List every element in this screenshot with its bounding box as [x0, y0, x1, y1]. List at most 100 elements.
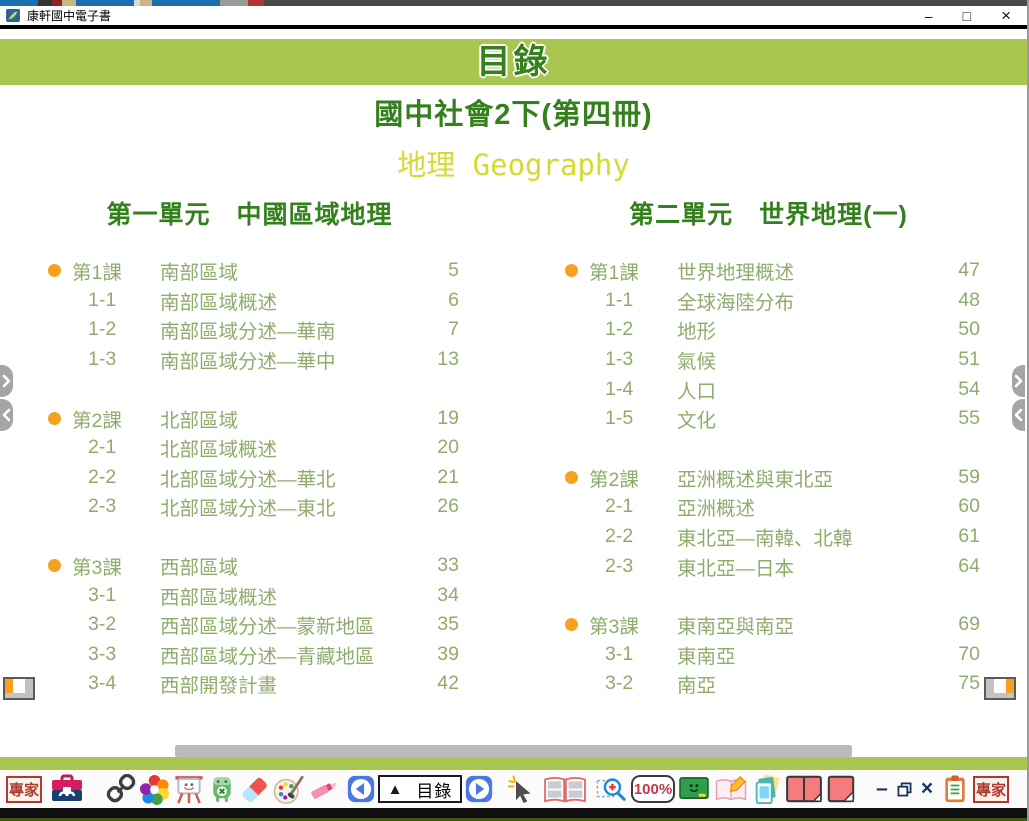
expert-stamp-button-right[interactable]: 專家 — [973, 776, 1009, 803]
toc-section-row[interactable]: 1-4人口54 — [557, 374, 980, 404]
toolbar-minimize-button[interactable]: – — [874, 777, 890, 801]
lesson-code: 第1課 — [72, 256, 160, 285]
lesson-group: 第3課東南亞與南亞693-1東南亞703-2南亞75 — [557, 610, 980, 699]
bottom-bar — [0, 808, 1029, 818]
link-icon[interactable] — [106, 774, 136, 804]
section-title: 西部區域概述 — [160, 581, 419, 610]
toc-section-row[interactable]: 1-5文化55 — [557, 404, 980, 434]
section-code: 3-2 — [88, 613, 160, 636]
up-triangle-icon: ▲ — [388, 781, 403, 798]
prev-page-button[interactable] — [347, 775, 375, 803]
toc-column: 第一單元 中國區域地理 第1課南部區域51-1南部區域概述61-2南部區域分述—… — [40, 200, 459, 728]
edge-nav-right-forward-button[interactable] — [1012, 365, 1025, 397]
page-corner-flip-right-icon[interactable] — [984, 677, 1016, 700]
toc-section-row[interactable]: 2-3北部區域分述—東北26 — [40, 492, 459, 522]
toc-section-row[interactable]: 2-3東北亞—日本64 — [557, 551, 980, 581]
section-title: 北部區域分述—東北 — [160, 492, 419, 521]
lesson-bullet-icon — [48, 264, 61, 277]
easel-icon[interactable] — [173, 774, 205, 805]
toc-section-row[interactable]: 1-3南部區域分述—華中13 — [40, 345, 459, 375]
toolbar: 專家 ▲ 目錄 100% – × 專家 — [0, 770, 1029, 808]
highlighter-icon[interactable] — [308, 775, 341, 803]
page-corner-flip-left-icon[interactable] — [3, 677, 35, 700]
color-flower-icon[interactable] — [139, 774, 170, 805]
toc-section-row[interactable]: 3-1西部區域概述34 — [40, 580, 459, 610]
blackboard-icon[interactable] — [678, 776, 710, 803]
edge-nav-left-back-button[interactable] — [0, 399, 13, 431]
toc-column: 第二單元 世界地理(一) 第1課世界地理概述471-1全球海陸分布481-2地形… — [557, 200, 980, 728]
toc-section-row[interactable]: 2-1北部區域概述20 — [40, 433, 459, 463]
section-page: 34 — [419, 584, 459, 607]
zoom-level-button[interactable]: 100% — [631, 775, 675, 803]
expert-stamp-button[interactable]: 專家 — [6, 776, 42, 803]
section-title: 北部區域分述—華北 — [160, 463, 419, 492]
edge-nav-right-back-button[interactable] — [1012, 399, 1025, 431]
section-code: 1-2 — [605, 318, 677, 341]
page-indicator-label: 目錄 — [416, 777, 452, 802]
notes-clipboard-icon[interactable] — [941, 774, 969, 804]
toc-section-row[interactable]: 3-3西部區域分述—青藏地區39 — [40, 640, 459, 670]
section-title: 西部開發計畫 — [160, 669, 419, 698]
section-code: 3-1 — [88, 584, 160, 607]
lesson-title: 南部區域 — [160, 256, 419, 285]
section-code: 1-1 — [88, 289, 160, 312]
section-page: 42 — [419, 672, 459, 695]
toc-section-row[interactable]: 2-2東北亞—南韓、北韓61 — [557, 522, 980, 552]
page-indicator[interactable]: ▲ 目錄 — [378, 775, 462, 803]
section-code: 3-3 — [88, 643, 160, 666]
toc-lesson-row[interactable]: 第3課東南亞與南亞69 — [557, 610, 980, 640]
robot-clear-icon[interactable] — [208, 774, 236, 805]
edge-nav-left-forward-button[interactable] — [0, 365, 13, 397]
section-page: 20 — [419, 436, 459, 459]
toc-lesson-row[interactable]: 第1課世界地理概述47 — [557, 256, 980, 286]
section-title: 西部區域分述—蒙新地區 — [160, 610, 419, 639]
toc-lesson-row[interactable]: 第2課北部區域19 — [40, 403, 459, 433]
palette-icon[interactable] — [273, 774, 305, 805]
one-page-view-icon[interactable] — [826, 774, 856, 804]
section-page: 51 — [940, 348, 980, 371]
lesson-bullet-icon — [48, 559, 61, 572]
toc-section-row[interactable]: 1-2南部區域分述—華南7 — [40, 315, 459, 345]
toc-section-row[interactable]: 3-4西部開發計畫42 — [40, 669, 459, 699]
next-page-button[interactable] — [465, 775, 493, 803]
lesson-bullet-icon — [48, 412, 61, 425]
section-code: 3-4 — [88, 672, 160, 695]
toc-section-row[interactable]: 3-2西部區域分述—蒙新地區35 — [40, 610, 459, 640]
lesson-group: 第2課北部區域192-1北部區域概述202-2北部區域分述—華北212-3北部區… — [40, 403, 459, 521]
toc-lesson-row[interactable]: 第2課亞洲概述與東北亞59 — [557, 463, 980, 493]
page-spread-icon[interactable] — [543, 775, 587, 804]
close-button[interactable]: × — [1001, 8, 1011, 24]
pointer-icon[interactable] — [505, 773, 537, 805]
two-page-view-icon[interactable] — [785, 774, 823, 804]
section-page: 48 — [940, 289, 980, 312]
toc-section-row[interactable]: 1-3氣候51 — [557, 345, 980, 375]
minimize-button[interactable]: – — [925, 8, 933, 24]
toc-section-row[interactable]: 1-1南部區域概述6 — [40, 286, 459, 316]
toolbar-close-button[interactable]: × — [919, 777, 935, 801]
section-code: 2-3 — [605, 555, 677, 578]
toc-lesson-row[interactable]: 第3課西部區域33 — [40, 551, 459, 581]
lesson-code: 第3課 — [72, 551, 160, 580]
toc-section-row[interactable]: 1-1全球海陸分布48 — [557, 286, 980, 316]
horizontal-scrollbar-thumb[interactable] — [175, 745, 852, 757]
toc-section-row[interactable]: 2-2北部區域分述—華北21 — [40, 463, 459, 493]
section-code: 1-3 — [605, 348, 677, 371]
section-page: 6 — [419, 289, 459, 312]
section-page: 54 — [940, 378, 980, 401]
devices-icon[interactable] — [752, 774, 782, 805]
toolbar-restore-button[interactable] — [896, 781, 913, 798]
zoom-in-icon[interactable] — [595, 774, 628, 804]
maximize-button[interactable]: □ — [963, 8, 971, 24]
annotation-book-icon[interactable] — [713, 775, 749, 804]
toc-section-row[interactable]: 1-2地形50 — [557, 315, 980, 345]
toc-lesson-row[interactable]: 第1課南部區域5 — [40, 256, 459, 286]
lesson-code: 第2課 — [72, 404, 160, 433]
toc-section-row[interactable]: 2-1亞洲概述60 — [557, 492, 980, 522]
toc-section-row[interactable]: 3-1東南亞70 — [557, 640, 980, 670]
toc-section-row[interactable]: 3-2南亞75 — [557, 669, 980, 699]
section-page: 26 — [419, 495, 459, 518]
eraser-icon[interactable] — [239, 774, 270, 805]
section-title: 南部區域分述—華南 — [160, 315, 419, 344]
lesson-code: 第3課 — [589, 610, 677, 639]
toolbox-icon[interactable] — [50, 774, 84, 804]
